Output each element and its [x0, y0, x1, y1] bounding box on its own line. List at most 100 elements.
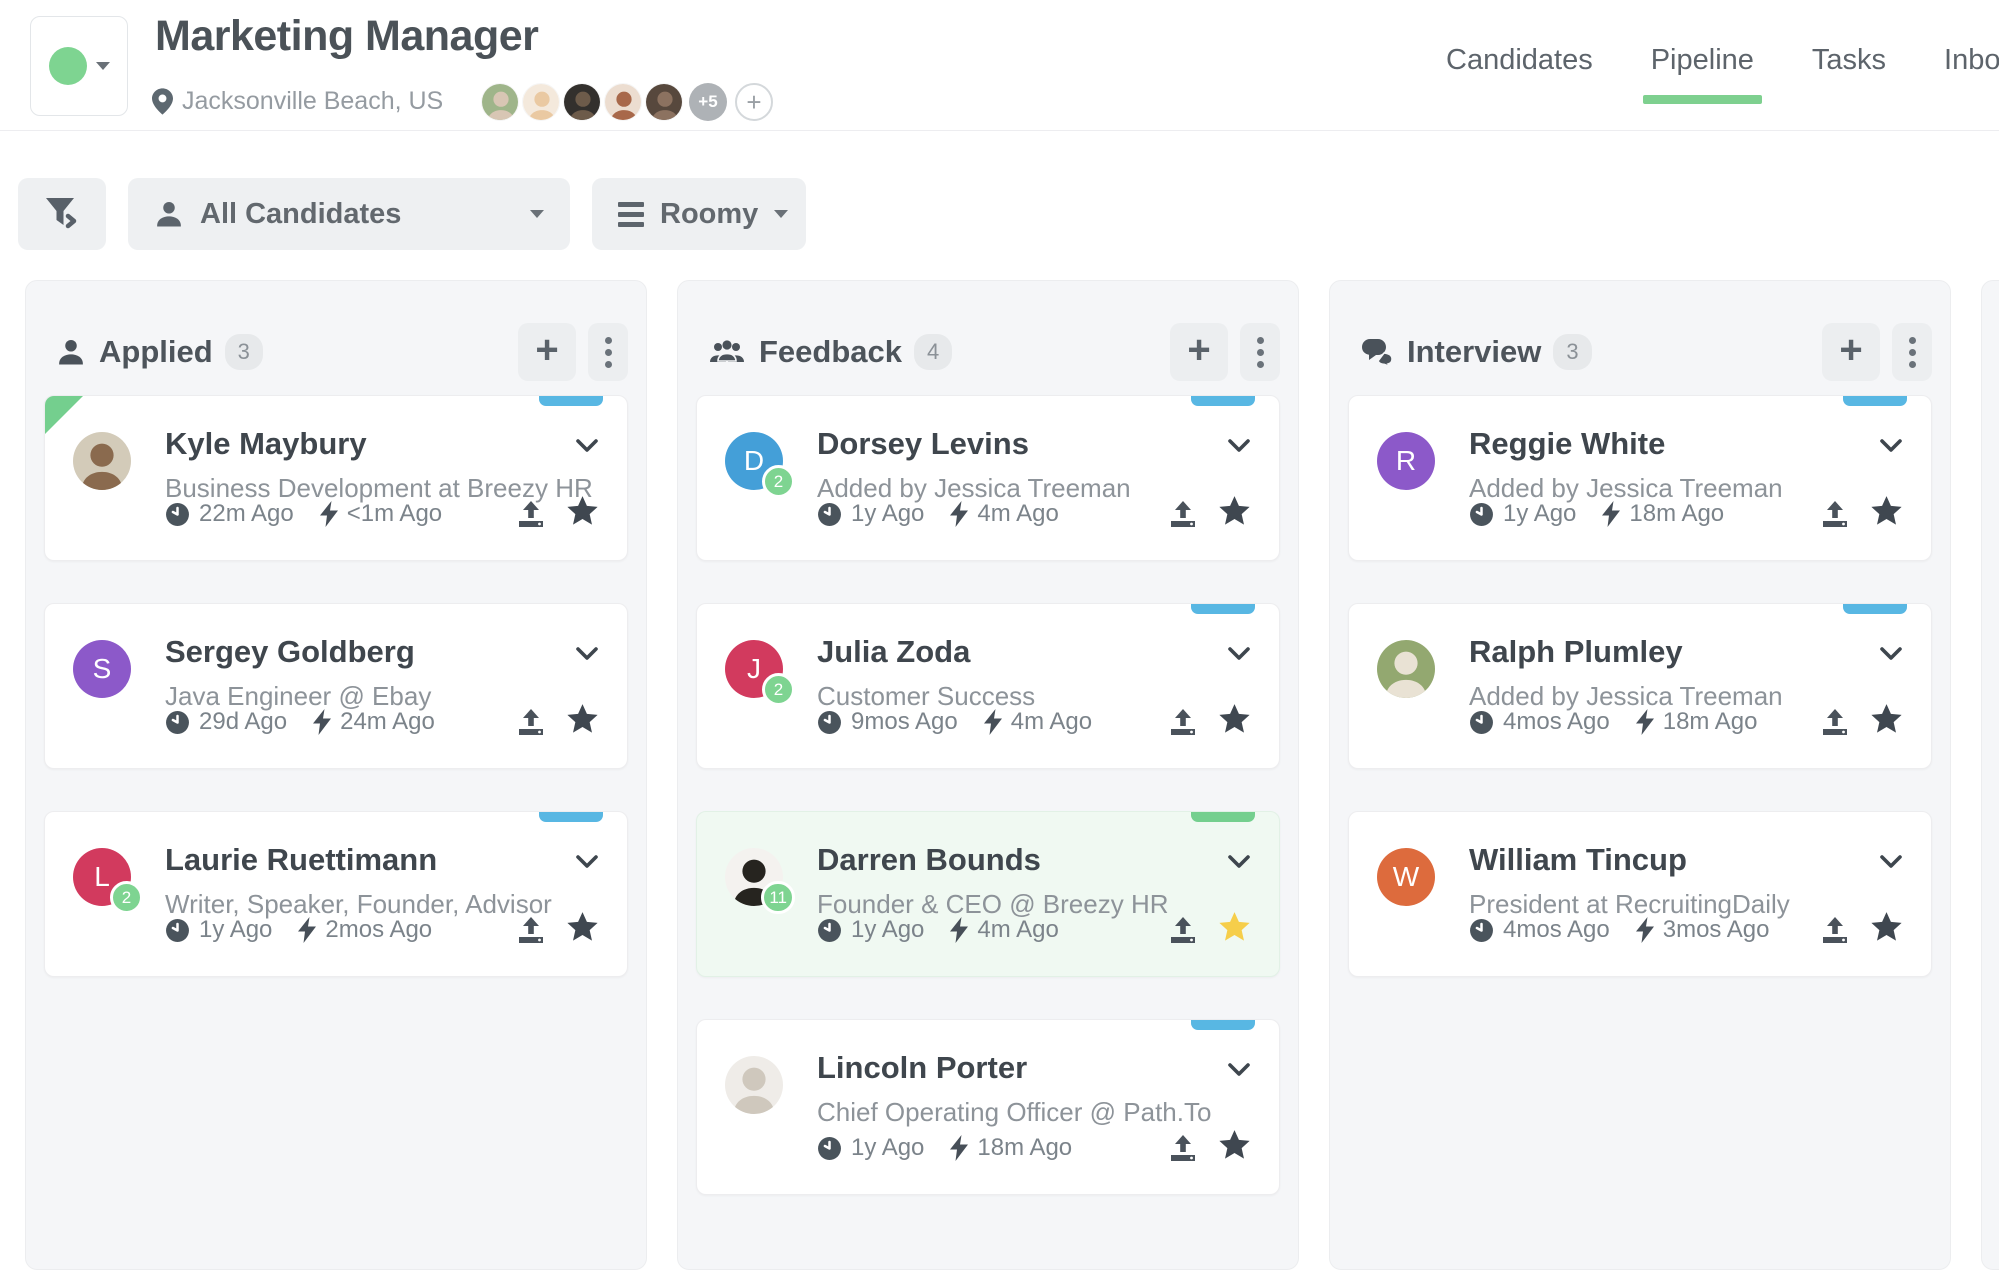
star-icon[interactable]: [1218, 494, 1251, 534]
activity-time: 18m Ago: [1629, 500, 1724, 528]
star-icon[interactable]: [566, 494, 599, 534]
applied-time: 9mos Ago: [851, 708, 958, 736]
column-icon: [708, 338, 746, 366]
chevron-down-icon[interactable]: [575, 438, 599, 459]
add-candidate-button[interactable]: +: [1170, 323, 1228, 381]
card-meta-row: 4mos Ago 3mos Ago: [1469, 910, 1903, 950]
column-header: Interview 3 +: [1330, 281, 1950, 395]
chevron-down-icon[interactable]: [575, 646, 599, 667]
candidate-avatar: [725, 1056, 783, 1114]
lightning-icon: [1602, 501, 1620, 527]
candidate-card[interactable]: D 2 Dorsey Levins Added by Jessica Treem…: [696, 395, 1280, 561]
column-cards: Kyle Maybury Business Development at Bre…: [26, 395, 646, 977]
upload-icon[interactable]: [1820, 499, 1850, 529]
applied-time: 22m Ago: [199, 500, 294, 528]
filter-funnel-button[interactable]: [18, 178, 106, 250]
candidates-filter-label: All Candidates: [200, 198, 401, 231]
candidate-card[interactable]: 11 Darren Bounds Founder & CEO @ Breezy …: [696, 811, 1280, 977]
tab-tasks[interactable]: Tasks: [1812, 44, 1886, 77]
column-title: Interview: [1407, 334, 1541, 370]
upload-icon[interactable]: [1820, 707, 1850, 737]
clock-icon: [817, 502, 842, 527]
candidate-avatar: [73, 432, 131, 490]
star-icon[interactable]: [566, 702, 599, 742]
more-avatars-badge[interactable]: +5: [689, 83, 727, 121]
tab-candidates[interactable]: Candidates: [1446, 44, 1593, 77]
upload-icon[interactable]: [1168, 707, 1198, 737]
chevron-down-icon[interactable]: [1879, 438, 1903, 459]
team-member-avatar: [522, 83, 560, 121]
filter-bar: All Candidates Roomy: [18, 178, 806, 250]
upload-icon[interactable]: [1168, 499, 1198, 529]
candidates-filter-dropdown[interactable]: All Candidates: [128, 178, 570, 250]
lightning-icon: [984, 709, 1002, 735]
team-avatars: +5+: [478, 83, 773, 121]
chevron-down-icon[interactable]: [575, 854, 599, 875]
star-icon[interactable]: [1218, 1128, 1251, 1168]
avatar-photo: [725, 1056, 783, 1114]
candidate-avatar: S: [73, 640, 131, 698]
list-lines-icon: [618, 202, 644, 227]
chevron-down-icon[interactable]: [1227, 854, 1251, 875]
chevron-down-icon[interactable]: [1227, 646, 1251, 667]
card-meta-row: 1y Ago 2mos Ago: [165, 910, 599, 950]
chevron-down-icon[interactable]: [1227, 438, 1251, 459]
avatar-photo: [1377, 640, 1435, 698]
star-icon[interactable]: [1870, 494, 1903, 534]
chevron-down-icon[interactable]: [1879, 646, 1903, 667]
upload-icon[interactable]: [516, 915, 546, 945]
position-status-dropdown[interactable]: [30, 16, 128, 116]
applied-time: 1y Ago: [1503, 500, 1576, 528]
activity-time: <1m Ago: [347, 500, 442, 528]
column-header: Applied 3 +: [26, 281, 646, 395]
column-cards: R Reggie White Added by Jessica Treeman …: [1330, 395, 1950, 977]
upload-icon[interactable]: [1168, 915, 1198, 945]
upload-icon[interactable]: [1168, 1133, 1198, 1163]
clock-icon: [817, 918, 842, 943]
person-icon: [154, 199, 184, 229]
candidate-card[interactable]: J 2 Julia Zoda Customer Success 9mos Ago…: [696, 603, 1280, 769]
candidate-card[interactable]: L 2 Laurie Ruettimann Writer, Speaker, F…: [44, 811, 628, 977]
candidate-card[interactable]: Lincoln Porter Chief Operating Officer @…: [696, 1019, 1280, 1195]
avatar-count-badge: 11: [761, 881, 795, 914]
lightning-icon: [1636, 709, 1654, 735]
candidate-name: Sergey Goldberg: [165, 634, 599, 670]
candidate-card[interactable]: W William Tincup President at Recruiting…: [1348, 811, 1932, 977]
upload-icon[interactable]: [1820, 915, 1850, 945]
star-icon[interactable]: [1218, 910, 1251, 950]
star-icon[interactable]: [1218, 702, 1251, 742]
card-actions: [1820, 494, 1903, 534]
star-icon[interactable]: [1870, 910, 1903, 950]
star-icon[interactable]: [566, 910, 599, 950]
card-meta-row: 22m Ago <1m Ago: [165, 494, 599, 534]
upload-icon[interactable]: [516, 499, 546, 529]
candidate-avatar: R: [1377, 432, 1435, 490]
status-dot-icon: [49, 47, 87, 85]
avatar-initial: W: [1377, 848, 1435, 906]
column-icon: [56, 337, 86, 367]
column-menu-button[interactable]: [588, 323, 628, 381]
upload-icon[interactable]: [516, 707, 546, 737]
chevron-down-icon[interactable]: [1227, 1062, 1251, 1083]
clock-icon: [1469, 710, 1494, 735]
chevron-down-icon[interactable]: [1879, 854, 1903, 875]
applied-time: 4mos Ago: [1503, 916, 1610, 944]
candidate-card[interactable]: S Sergey Goldberg Java Engineer @ Ebay 2…: [44, 603, 628, 769]
tab-pipeline[interactable]: Pipeline: [1651, 44, 1754, 77]
candidate-card[interactable]: Ralph Plumley Added by Jessica Treeman 4…: [1348, 603, 1932, 769]
column-menu-button[interactable]: [1892, 323, 1932, 381]
add-candidate-button[interactable]: +: [518, 323, 576, 381]
column-menu-button[interactable]: [1240, 323, 1280, 381]
add-candidate-button[interactable]: +: [1822, 323, 1880, 381]
candidate-card[interactable]: R Reggie White Added by Jessica Treeman …: [1348, 395, 1932, 561]
star-icon[interactable]: [1870, 702, 1903, 742]
add-team-member-button[interactable]: +: [735, 83, 773, 121]
view-mode-dropdown[interactable]: Roomy: [592, 178, 806, 250]
candidate-card[interactable]: Kyle Maybury Business Development at Bre…: [44, 395, 628, 561]
activity-time: 4m Ago: [1011, 708, 1092, 736]
tab-inbox[interactable]: Inbox: [1944, 44, 1999, 77]
card-actions: [1820, 910, 1903, 950]
candidate-name: Laurie Ruettimann: [165, 842, 599, 878]
location-label: Jacksonville Beach, US: [182, 87, 443, 116]
card-meta-row: 1y Ago 18m Ago: [1469, 494, 1903, 534]
